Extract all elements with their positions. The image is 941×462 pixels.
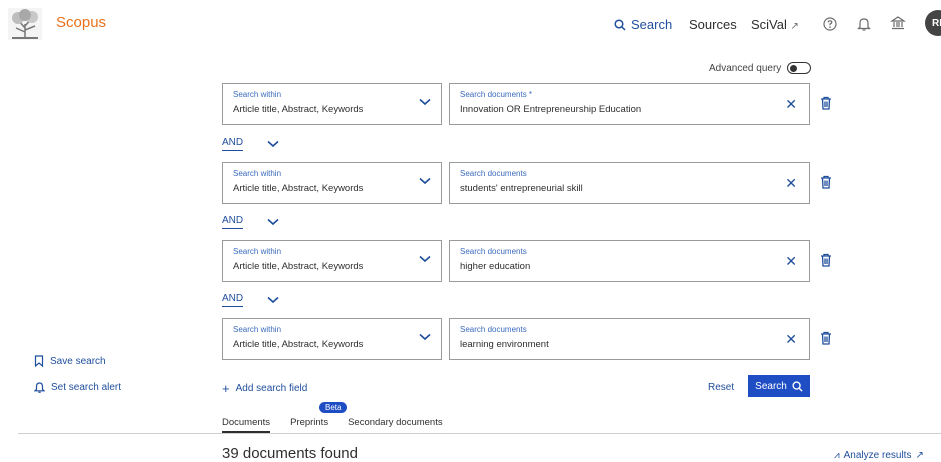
- search-documents-label: Search documents *: [460, 90, 533, 99]
- tabs-divider: [18, 433, 941, 434]
- chevron-down-icon: [419, 333, 431, 341]
- tab-secondary-documents[interactable]: Secondary documents: [348, 417, 443, 433]
- search-documents-value: students' entrepreneurial skill: [460, 183, 583, 194]
- search-documents-value: learning environment: [460, 339, 549, 350]
- operator-label: AND: [222, 215, 244, 229]
- search-within-select-1[interactable]: Search within Article title, Abstract, K…: [222, 83, 442, 125]
- chart-icon: ⩘: [834, 450, 840, 461]
- search-within-value: Article title, Abstract, Keywords: [233, 104, 364, 115]
- clear-icon[interactable]: ✕: [785, 96, 797, 113]
- reset-button[interactable]: Reset: [708, 382, 734, 393]
- analyze-results-label: Analyze results: [843, 450, 912, 461]
- operator-label: AND: [222, 137, 244, 151]
- trash-icon[interactable]: [820, 253, 832, 267]
- add-search-field-button[interactable]: + Add search field: [222, 381, 307, 396]
- elsevier-tree-logo: [8, 8, 42, 40]
- search-documents-input-4[interactable]: Search documents learning environment ✕: [449, 318, 810, 360]
- toggle-switch[interactable]: [787, 62, 812, 74]
- search-within-select-2[interactable]: Search within Article title, Abstract, K…: [222, 162, 442, 204]
- search-within-select-4[interactable]: Search within Article title, Abstract, K…: [222, 318, 442, 360]
- advanced-query-toggle[interactable]: Advanced query: [709, 62, 812, 74]
- operator-select-3[interactable]: AND: [222, 293, 279, 307]
- chevron-down-icon: [419, 98, 431, 106]
- chevron-down-icon: [267, 218, 279, 226]
- search-documents-value: Innovation OR Entrepreneurship Education: [460, 104, 642, 115]
- chevron-down-icon: [267, 140, 279, 148]
- clear-icon[interactable]: ✕: [785, 175, 797, 192]
- search-within-label: Search within: [233, 169, 282, 178]
- help-icon[interactable]: [823, 17, 837, 31]
- search-within-value: Article title, Abstract, Keywords: [233, 183, 364, 194]
- bookmark-icon: [34, 355, 44, 367]
- results-count: 39 documents found: [222, 445, 358, 462]
- nav-scival-label: SciVal: [751, 17, 787, 32]
- document-type-tabs: Documents Preprints Secondary documents: [222, 417, 443, 433]
- save-search-link[interactable]: Save search: [34, 355, 106, 367]
- search-documents-label: Search documents: [460, 247, 527, 256]
- add-search-field-label: Add search field: [235, 383, 308, 394]
- trash-icon[interactable]: [820, 175, 832, 189]
- operator-select-2[interactable]: AND: [222, 215, 279, 229]
- search-documents-label: Search documents: [460, 169, 527, 178]
- institution-icon[interactable]: [890, 15, 906, 31]
- clear-icon[interactable]: ✕: [785, 331, 797, 348]
- set-search-alert-label: Set search alert: [51, 381, 122, 393]
- search-documents-label: Search documents: [460, 325, 527, 334]
- nav-search-link[interactable]: Search: [614, 17, 672, 32]
- operator-select-1[interactable]: AND: [222, 137, 279, 151]
- chevron-down-icon: [419, 255, 431, 263]
- search-button-label: Search: [755, 380, 787, 392]
- bell-icon[interactable]: [857, 16, 871, 32]
- search-button[interactable]: Search: [748, 375, 810, 397]
- scopus-brand[interactable]: Scopus: [56, 14, 106, 31]
- search-within-label: Search within: [233, 325, 282, 334]
- search-documents-value: higher education: [460, 261, 531, 272]
- user-avatar[interactable]: RI: [925, 10, 941, 36]
- external-link-icon: ↗: [790, 21, 799, 32]
- analyze-results-link[interactable]: ⩘ Analyze results ↗: [834, 450, 924, 461]
- set-search-alert-link[interactable]: Set search alert: [34, 381, 121, 393]
- tab-preprints[interactable]: Preprints: [290, 417, 328, 433]
- clear-icon[interactable]: ✕: [785, 253, 797, 270]
- plus-icon: +: [222, 381, 230, 396]
- chevron-down-icon: [267, 296, 279, 304]
- bell-icon: [34, 382, 45, 393]
- search-within-value: Article title, Abstract, Keywords: [233, 339, 364, 350]
- beta-badge: Beta: [319, 402, 348, 413]
- search-within-value: Article title, Abstract, Keywords: [233, 261, 364, 272]
- search-documents-input-3[interactable]: Search documents higher education ✕: [449, 240, 810, 282]
- operator-label: AND: [222, 293, 244, 307]
- nav-sources-link[interactable]: Sources: [689, 17, 737, 32]
- search-documents-input-2[interactable]: Search documents students' entrepreneuri…: [449, 162, 810, 204]
- search-icon: [614, 18, 626, 31]
- trash-icon[interactable]: [820, 96, 832, 110]
- advanced-query-label: Advanced query: [709, 62, 782, 74]
- nav-search-label: Search: [631, 17, 673, 32]
- nav-scival-link[interactable]: SciVal ↗: [751, 17, 799, 32]
- search-within-label: Search within: [233, 90, 282, 99]
- search-icon: [792, 380, 803, 392]
- search-documents-input-1[interactable]: Search documents * Innovation OR Entrepr…: [449, 83, 810, 125]
- chevron-down-icon: [419, 177, 431, 185]
- save-search-label: Save search: [50, 355, 106, 367]
- search-within-label: Search within: [233, 247, 282, 256]
- search-within-select-3[interactable]: Search within Article title, Abstract, K…: [222, 240, 442, 282]
- tab-documents[interactable]: Documents: [222, 417, 271, 433]
- external-link-icon: ↗: [915, 450, 924, 461]
- trash-icon[interactable]: [820, 331, 832, 345]
